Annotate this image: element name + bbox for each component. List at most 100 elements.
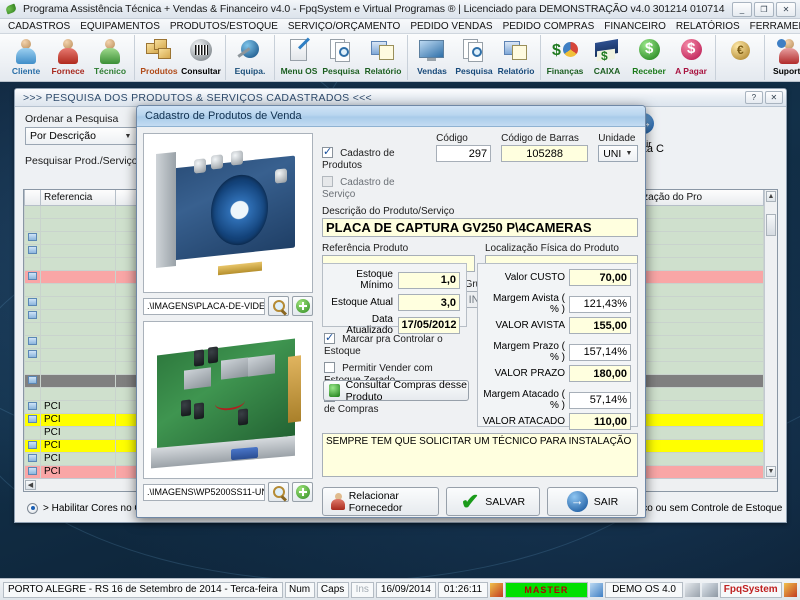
- cell-referencia: [40, 321, 116, 336]
- image-top-path[interactable]: .\IMAGENS\PLACA-DE-VIDEO-E: [143, 297, 265, 315]
- checkbox-controlar-estoque[interactable]: Marcar pra Controlar o Estoque: [324, 331, 469, 357]
- menu-produtos-estoque[interactable]: PRODUTOS/ESTOQUE: [165, 21, 283, 32]
- menu-ferramentas[interactable]: FERRAMENTAS: [745, 21, 800, 32]
- toolbar-button-caixa[interactable]: $ CAIXA: [586, 36, 628, 80]
- menu-cadastros[interactable]: CADASTROS: [3, 21, 75, 32]
- margem-avista-input[interactable]: 121,43%: [569, 295, 631, 313]
- browse-image-top-button[interactable]: [268, 296, 289, 316]
- sair-button[interactable]: → SAIR: [547, 487, 638, 516]
- toolbar-group-financeiro: $ Finanças $ CAIXA $ Receber $ A Pagar: [541, 35, 716, 80]
- toolbar-group-suporte: Suporte: [765, 35, 800, 80]
- cell-referencia: [40, 334, 116, 349]
- cell-referencia: PCI: [40, 412, 116, 427]
- toolbar-label: Produtos: [140, 66, 178, 76]
- support-headset-icon: [774, 37, 800, 66]
- plus-circle-icon: [295, 299, 310, 313]
- salvar-label: SALVAR: [485, 495, 526, 508]
- margem-prazo-input[interactable]: 157,14%: [569, 343, 631, 361]
- network-icon[interactable]: [702, 582, 718, 597]
- printer-report-icon: [368, 37, 398, 66]
- toolbar-button-produtos[interactable]: Produtos: [138, 36, 180, 80]
- scrollbar-thumb[interactable]: [766, 214, 776, 236]
- toolbar-label: Cliente: [11, 66, 41, 76]
- margem-atacado-input[interactable]: 57,14%: [569, 391, 631, 409]
- product-image-top[interactable]: [143, 133, 313, 293]
- checkbox-cadastro-produtos[interactable]: Cadastro de Produtos: [322, 145, 426, 171]
- toolbar-button-vendas[interactable]: Vendas: [411, 36, 453, 80]
- row-type-icon: [24, 347, 41, 362]
- estoque-atual-input[interactable]: 3,0: [398, 294, 460, 311]
- red-dollar-icon: $: [676, 37, 706, 66]
- minimize-button[interactable]: _: [732, 1, 752, 17]
- toolbar-label: Técnico: [93, 66, 127, 76]
- scroll-down-icon[interactable]: ▼: [766, 466, 776, 477]
- valor-custo-input[interactable]: 70,00: [569, 269, 631, 286]
- add-image-bottom-button[interactable]: [292, 482, 313, 502]
- consultar-compras-label: Consultar Compras desse Produto: [345, 378, 468, 403]
- toolbar-button-equipa[interactable]: Equipa.: [229, 36, 271, 80]
- add-image-top-button[interactable]: [292, 296, 313, 316]
- row-type-icon: [24, 295, 41, 310]
- menu-pedido-compras[interactable]: PEDIDO COMPRAS: [498, 21, 600, 32]
- toolbar-label: Relatório: [364, 66, 402, 76]
- printer-icon[interactable]: [685, 582, 701, 597]
- toolbar-button-relatorio-os[interactable]: Relatório: [362, 36, 404, 80]
- estoque-minimo-label: Estoque Mínimo: [356, 269, 393, 291]
- valor-atacado-input[interactable]: 110,00: [569, 413, 631, 430]
- unidade-select[interactable]: UNI ▼: [598, 145, 638, 162]
- toolbar-button-financas[interactable]: $ Finanças: [544, 36, 586, 80]
- checkbox-cadastro-servico[interactable]: Cadastro de Serviço: [322, 174, 426, 200]
- toolbar-button-tecnico[interactable]: Técnico: [89, 36, 131, 80]
- toolbar-button-menu-os[interactable]: Menu OS: [278, 36, 320, 80]
- plus-circle-icon: [295, 485, 310, 499]
- toolbar-button-cliente[interactable]: Cliente: [5, 36, 47, 80]
- cell-referencia: [40, 360, 116, 375]
- toolbar-button-pesquisa-os[interactable]: Pesquisa: [320, 36, 362, 80]
- close-button[interactable]: ✕: [776, 1, 796, 17]
- menu-financeiro[interactable]: FINANCEIRO: [599, 21, 671, 32]
- observacoes-memo[interactable]: SEMPRE TEM QUE SOLICITAR UM TÉCNICO PARA…: [322, 433, 638, 477]
- valor-prazo-input[interactable]: 180,00: [569, 365, 631, 382]
- cell-referencia: [40, 256, 116, 271]
- valor-avista-input[interactable]: 155,00: [569, 317, 631, 334]
- descricao-input[interactable]: PLACA DE CAPTURA GV250 P\4CAMERAS: [322, 218, 638, 237]
- app-small-icon[interactable]: [783, 582, 798, 597]
- toolbar-button-consultar[interactable]: Consultar: [180, 36, 222, 80]
- menu-equipamentos[interactable]: EQUIPAMENTOS: [75, 21, 165, 32]
- menu-servico-orcamento[interactable]: SERVIÇO/ORÇAMENTO: [283, 21, 405, 32]
- image-bottom-path-row: .\IMAGENS\WP5200SS11-UNIT.: [143, 482, 313, 502]
- scroll-up-icon[interactable]: ▲: [766, 191, 776, 202]
- status-user: MASTER: [505, 581, 588, 598]
- toolbar-button-suporte[interactable]: Suporte: [768, 36, 800, 80]
- product-image-bottom[interactable]: [143, 321, 313, 479]
- row-type-icon: [24, 360, 41, 375]
- toolbar-button-pesquisa-vendas[interactable]: Pesquisa: [453, 36, 495, 80]
- consultar-compras-button[interactable]: Consultar Compras desse Produto: [323, 378, 469, 403]
- menu-pedido-vendas[interactable]: PEDIDO VENDAS: [405, 21, 497, 32]
- toolbar-button-coin[interactable]: €: [719, 36, 761, 80]
- mdi-close-button[interactable]: ✕: [765, 91, 783, 104]
- codigo-barras-input[interactable]: 105288: [501, 145, 589, 162]
- order-select[interactable]: Por Descrição ▼: [25, 127, 137, 145]
- relacionar-fornecedor-button[interactable]: Relacionar Fornecedor: [322, 487, 439, 516]
- toolbar-button-fornece[interactable]: Fornece: [47, 36, 89, 80]
- browse-image-bottom-button[interactable]: [268, 482, 289, 502]
- salvar-button[interactable]: ✔ SALVAR: [446, 487, 540, 516]
- toolbar-group-equipamentos: Equipa.: [226, 35, 275, 80]
- grid-vertical-scrollbar[interactable]: ▲ ▼: [764, 190, 777, 491]
- codigo-input[interactable]: 297: [436, 145, 492, 162]
- toolbar-button-relatorio-vendas[interactable]: Relatório: [495, 36, 537, 80]
- maximize-button[interactable]: ❐: [754, 1, 774, 17]
- toolbar-label: Pesquisa: [322, 66, 360, 76]
- col-referencia[interactable]: Referencia: [40, 190, 116, 206]
- estoque-minimo-input[interactable]: 1,0: [398, 271, 460, 289]
- menu-relatorios[interactable]: RELATÓRIOS: [671, 21, 745, 32]
- gpu-photo-icon: [144, 322, 312, 478]
- toolbar-button-a-pagar[interactable]: $ A Pagar: [670, 36, 712, 80]
- status-num: Num: [284, 581, 315, 598]
- image-bottom-path[interactable]: .\IMAGENS\WP5200SS11-UNIT.: [143, 483, 265, 501]
- toolbar-button-receber[interactable]: $ Receber: [628, 36, 670, 80]
- col-icon[interactable]: [24, 190, 41, 206]
- mdi-help-button[interactable]: ?: [745, 91, 763, 104]
- scroll-left-icon[interactable]: ◀: [25, 480, 36, 490]
